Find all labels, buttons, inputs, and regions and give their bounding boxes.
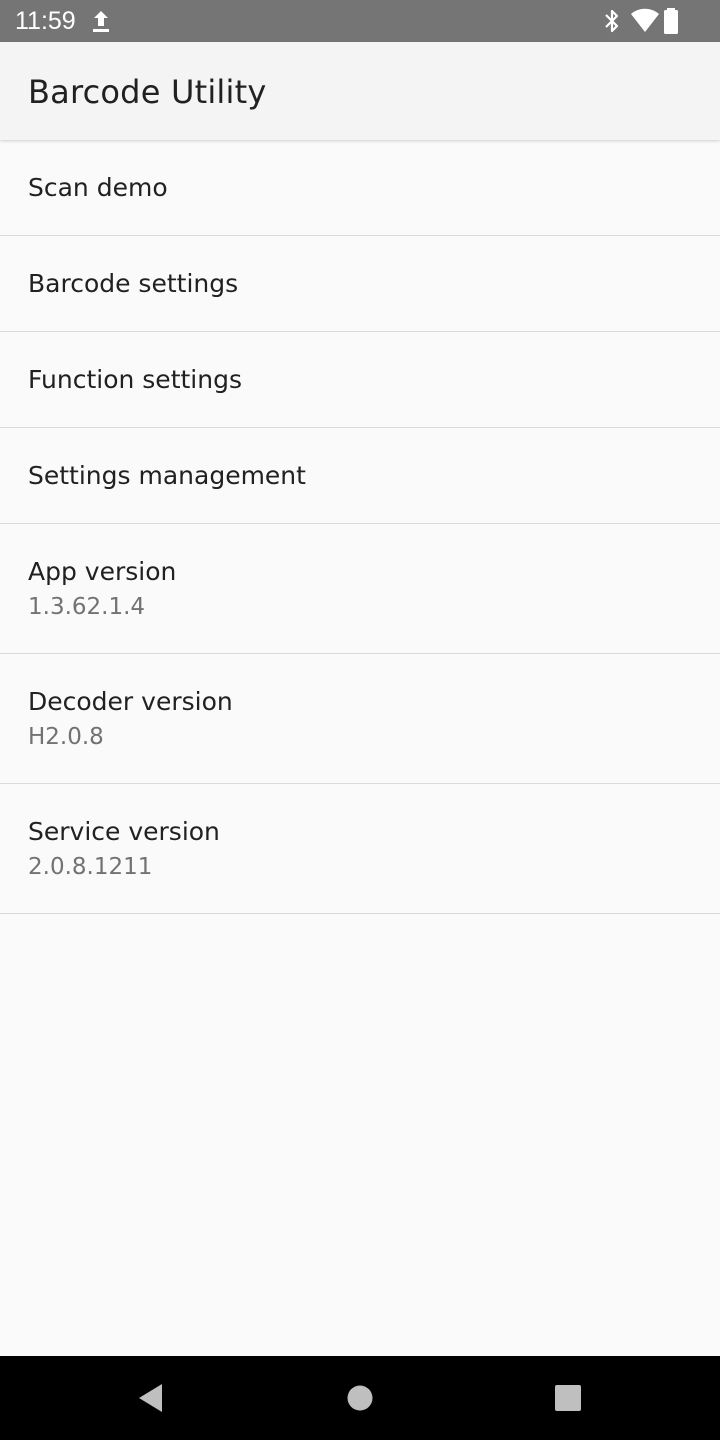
status-bar: 11:59 [0, 0, 720, 42]
menu-item-title: App version [28, 557, 177, 586]
menu-item-title: Service version [28, 817, 220, 846]
menu-item-app-version[interactable]: App version 1.3.62.1.4 [0, 524, 720, 654]
menu-item-scan-demo[interactable]: Scan demo [0, 140, 720, 236]
menu-item-title: Scan demo [28, 173, 168, 202]
menu-item-title: Settings management [28, 461, 306, 490]
menu-item-title: Barcode settings [28, 269, 239, 298]
menu-item-function-settings[interactable]: Function settings [0, 332, 720, 428]
navigation-bar [0, 1356, 720, 1440]
menu-item-decoder-version[interactable]: Decoder version H2.0.8 [0, 654, 720, 784]
menu-item-barcode-settings[interactable]: Barcode settings [0, 236, 720, 332]
decoder-version-value: H2.0.8 [28, 724, 104, 750]
home-icon[interactable] [340, 1378, 380, 1418]
app-version-value: 1.3.62.1.4 [28, 594, 146, 620]
recents-icon[interactable] [548, 1378, 588, 1418]
menu-item-title: Decoder version [28, 687, 233, 716]
back-icon[interactable] [132, 1378, 172, 1418]
status-icons [594, 8, 704, 34]
menu-item-title: Function settings [28, 365, 242, 394]
app-title: Barcode Utility [28, 73, 267, 111]
settings-list: Scan demo Barcode settings Function sett… [0, 140, 720, 914]
upload-icon [90, 9, 112, 35]
menu-item-settings-management[interactable]: Settings management [0, 428, 720, 524]
service-version-value: 2.0.8.1211 [28, 854, 153, 880]
app-bar: Barcode Utility [0, 42, 720, 140]
status-time: 11:59 [15, 7, 76, 35]
menu-item-service-version[interactable]: Service version 2.0.8.1211 [0, 784, 720, 914]
